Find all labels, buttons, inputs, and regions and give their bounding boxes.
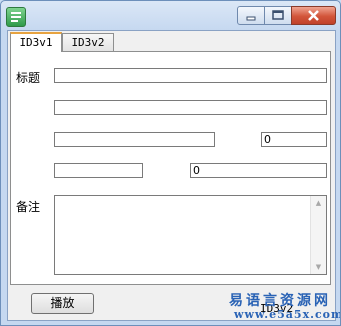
genre-field[interactable] bbox=[54, 163, 143, 178]
album-field[interactable] bbox=[54, 132, 215, 147]
maximize-button[interactable] bbox=[264, 6, 292, 25]
title-bar[interactable] bbox=[1, 1, 340, 30]
minimize-icon bbox=[246, 16, 256, 21]
main-window: ID3v1 ID3v2 标题 0 0 备注 ▲ ▼ 播放 ID3v2 易语言资源… bbox=[0, 0, 341, 326]
maximize-icon bbox=[272, 10, 284, 20]
play-button[interactable]: 播放 bbox=[31, 293, 94, 314]
tab-id3v2[interactable]: ID3v2 bbox=[62, 33, 114, 51]
close-icon bbox=[308, 10, 319, 21]
watermark-url: www.e5a5x.com bbox=[234, 308, 341, 321]
scroll-down-arrow-icon[interactable]: ▼ bbox=[311, 260, 326, 274]
scroll-up-arrow-icon[interactable]: ▲ bbox=[311, 196, 326, 210]
app-icon[interactable] bbox=[6, 7, 26, 27]
scrollbar[interactable]: ▲ ▼ bbox=[310, 196, 326, 274]
remark-label: 备注 bbox=[16, 200, 41, 214]
client-area: ID3v1 ID3v2 标题 0 0 备注 ▲ ▼ 播放 ID3v2 易语言资源… bbox=[7, 30, 340, 321]
tab-id3v1[interactable]: ID3v1 bbox=[10, 32, 62, 52]
artist-field[interactable] bbox=[54, 100, 327, 115]
year-field[interactable]: 0 bbox=[261, 132, 327, 147]
title-field[interactable] bbox=[54, 68, 327, 83]
close-button[interactable] bbox=[291, 6, 336, 25]
tab-panel: 标题 0 0 备注 ▲ ▼ bbox=[10, 51, 331, 285]
remark-textarea[interactable]: ▲ ▼ bbox=[54, 195, 327, 275]
title-label: 标题 bbox=[16, 71, 41, 85]
minimize-button[interactable] bbox=[237, 6, 265, 25]
watermark-logo-text: 易语言资源网 bbox=[229, 293, 331, 309]
track-field[interactable]: 0 bbox=[190, 163, 327, 178]
